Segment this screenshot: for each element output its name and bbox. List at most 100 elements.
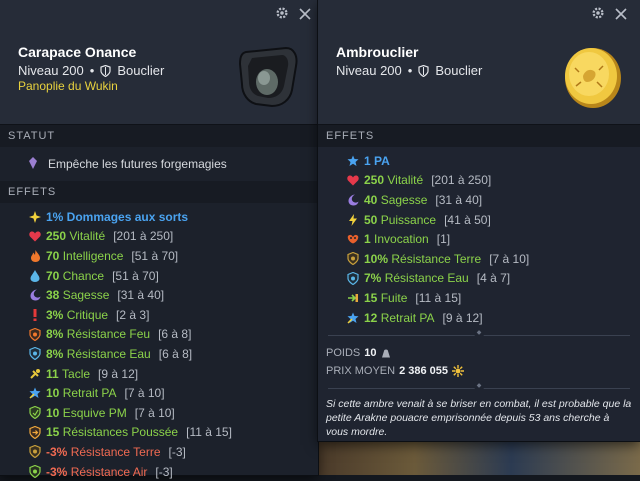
weight-row: POIDS 10 xyxy=(318,344,640,362)
gear-icon[interactable] xyxy=(591,6,605,20)
water-drop-icon xyxy=(28,269,42,283)
effect-range: [51 à 70] xyxy=(131,248,179,263)
effect-range: [1] xyxy=(436,232,451,247)
ap-retreat-icon xyxy=(28,386,42,400)
water-shield-icon xyxy=(346,271,360,285)
effect-value: 70 xyxy=(46,248,60,263)
effect-range: [31 à 40] xyxy=(435,192,483,207)
statut-text: Empêche les futures forgemagies xyxy=(48,157,227,171)
effect-value: 10 xyxy=(46,405,60,420)
fire-icon xyxy=(28,249,42,263)
item-level: Niveau 200 xyxy=(336,63,402,78)
item-set-link[interactable]: Panoplie du Wukin xyxy=(18,79,118,93)
effect-value: 1% Dommages aux sorts xyxy=(46,209,189,224)
weight-icon xyxy=(382,349,391,358)
effect-row: -3% Résistance Terre [-3] xyxy=(0,442,318,462)
divider xyxy=(328,388,630,390)
effect-label: Invocation xyxy=(374,232,429,247)
flee-icon xyxy=(346,291,360,305)
effect-label: Intelligence xyxy=(62,248,124,263)
effect-label: Critique xyxy=(66,307,109,322)
item-header: Carapace Onance Niveau 200 • Bouclier Pa… xyxy=(0,0,318,125)
effect-value: 40 xyxy=(364,192,378,207)
effect-value: 1 PA xyxy=(364,153,390,168)
effect-label: Tacle xyxy=(62,366,91,381)
statut-row: Empêche les futures forgemagies xyxy=(0,147,318,181)
effects-list: 1% Dommages aux sorts 250 Vitalité [201 … xyxy=(0,203,318,481)
effect-label: Retrait PA xyxy=(380,310,435,325)
effect-range: [4 à 7] xyxy=(476,271,511,286)
effect-row: 250 Vitalité [201 à 250] xyxy=(0,227,318,247)
effect-range: [9 à 12] xyxy=(442,310,483,325)
heart-icon xyxy=(346,173,360,187)
effect-row: 38 Sagesse [31 à 40] xyxy=(0,285,318,305)
item-level-type: Niveau 200 • Bouclier xyxy=(336,63,482,78)
effect-value: 11 xyxy=(46,366,59,381)
effect-range: [201 à 250] xyxy=(113,229,174,244)
effect-range: [-3] xyxy=(168,444,186,459)
effect-row: 7% Résistance Eau [4 à 7] xyxy=(318,269,640,289)
effect-row: 8% Résistance Feu [6 à 8] xyxy=(0,325,318,345)
pa-retreat-icon xyxy=(346,311,360,325)
effect-range: [7 à 10] xyxy=(124,386,165,401)
bullet-separator: • xyxy=(89,63,95,78)
gear-icon[interactable] xyxy=(275,6,289,20)
effect-label: Résistance Terre xyxy=(70,444,161,459)
effect-value: 3% xyxy=(46,307,64,322)
heart-icon xyxy=(28,229,42,243)
effect-range: [201 à 250] xyxy=(431,173,492,188)
statut-section-title: STATUT xyxy=(0,125,318,147)
earth-shield-icon xyxy=(346,252,360,266)
effect-value: 7% xyxy=(364,271,382,286)
effect-row: 8% Résistance Eau [6 à 8] xyxy=(0,344,318,364)
item-name: Ambrouclier xyxy=(336,44,419,60)
effect-range: [31 à 40] xyxy=(117,288,165,303)
effect-value: 38 xyxy=(46,288,60,303)
effect-label: Résistance Feu xyxy=(66,327,151,342)
item-header: Ambrouclier Niveau 200 • Bouclier xyxy=(318,0,640,125)
push-shield-icon xyxy=(28,425,42,439)
weight-label: POIDS xyxy=(326,347,361,360)
item-type: Bouclier xyxy=(117,63,165,78)
effect-row: 15 Fuite [11 à 15] xyxy=(318,288,640,308)
moon-icon xyxy=(28,288,42,302)
effect-row: 40 Sagesse [31 à 40] xyxy=(318,190,640,210)
tackle-icon xyxy=(28,367,42,381)
price-label: PRIX MOYEN xyxy=(326,365,396,378)
effect-label: Fuite xyxy=(380,290,408,305)
sparkle-icon xyxy=(28,210,42,224)
fire-shield-icon xyxy=(28,327,42,341)
effect-value: 1 xyxy=(364,232,371,247)
effect-label: Sagesse xyxy=(62,288,110,303)
item-name: Carapace Onance xyxy=(18,44,137,60)
kamas-icon xyxy=(452,365,465,378)
effect-range: [7 à 10] xyxy=(134,405,175,420)
close-icon[interactable] xyxy=(299,8,311,20)
air-shield-icon xyxy=(28,465,42,479)
effect-row: 10 Retrait PA [7 à 10] xyxy=(0,383,318,403)
lightning-icon xyxy=(346,213,360,227)
effect-row: 1 Invocation [1] xyxy=(318,229,640,249)
effect-value: 70 xyxy=(46,268,60,283)
shield-icon xyxy=(100,64,111,77)
close-icon[interactable] xyxy=(615,8,627,20)
effect-row: 3% Critique [2 à 3] xyxy=(0,305,318,325)
effect-value: 10 xyxy=(46,386,60,401)
effets-section-title: EFFETS xyxy=(318,125,640,147)
invocation-icon xyxy=(346,232,360,246)
effect-label: Résistance Terre xyxy=(391,251,482,266)
item-tooltip-right: Ambrouclier Niveau 200 • Bouclier EFFETS… xyxy=(318,0,640,441)
effect-value: 50 xyxy=(364,212,378,227)
item-description: Si cette ambre venait à se briser en com… xyxy=(326,398,632,439)
effect-label: Retrait PA xyxy=(62,386,117,401)
effect-range: [2 à 3] xyxy=(116,307,150,322)
effect-label: Sagesse xyxy=(380,192,428,207)
effect-row: 15 Résistances Poussée [11 à 15] xyxy=(0,423,318,443)
effect-label: Vitalité xyxy=(387,173,424,188)
effect-label: Vitalité xyxy=(69,229,106,244)
effect-range: [11 à 15] xyxy=(415,290,462,305)
effect-range: [7 à 10] xyxy=(489,251,530,266)
water-shield-icon xyxy=(28,347,42,361)
price-row: PRIX MOYEN 2 386 055 xyxy=(318,362,640,380)
effect-row: 250 Vitalité [201 à 250] xyxy=(318,171,640,191)
